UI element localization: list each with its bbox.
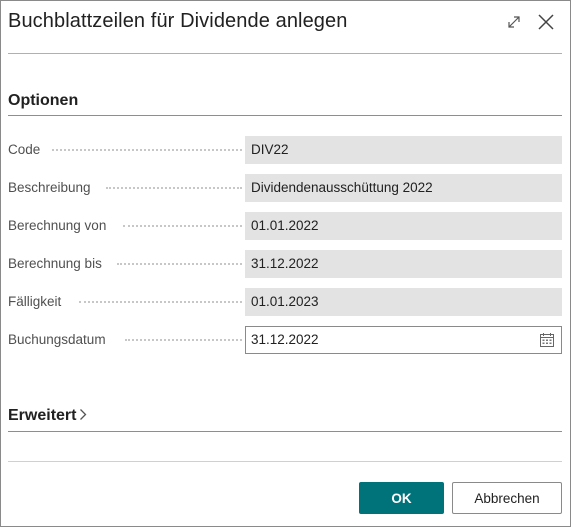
dotted-leader: [79, 301, 242, 303]
ok-button[interactable]: OK: [359, 482, 444, 514]
expand-diagonal-icon[interactable]: [501, 9, 527, 35]
field-label: Berechnung bis: [8, 256, 102, 271]
dotted-leader: [106, 187, 242, 189]
field-row-code: Code DIV22: [8, 136, 562, 164]
field-label: Buchungsdatum: [8, 332, 106, 347]
dotted-leader: [125, 339, 242, 341]
title-divider: [8, 53, 562, 54]
dotted-leader: [52, 149, 242, 151]
field-row-buchungsdatum: Buchungsdatum 31.12.2022: [8, 326, 562, 354]
section-title-advanced-label: Erweitert: [8, 407, 77, 424]
field-row-berechnung-bis: Berechnung bis 31.12.2022: [8, 250, 562, 278]
section-title-advanced[interactable]: Erweitert: [8, 407, 87, 426]
field-label: Berechnung von: [8, 218, 107, 233]
close-icon[interactable]: [533, 9, 559, 35]
dialog: Buchblattzeilen für Dividende anlegen Op…: [0, 0, 571, 527]
field-row-berechnung-von: Berechnung von 01.01.2022: [8, 212, 562, 240]
chevron-right-icon: [79, 408, 87, 426]
code-field: DIV22: [245, 136, 562, 164]
section-divider-advanced: [8, 431, 562, 432]
posting-date-input[interactable]: 31.12.2022: [245, 326, 562, 354]
section-divider-options: [8, 115, 562, 116]
calc-to-field: 31.12.2022: [245, 250, 562, 278]
footer-divider: [8, 461, 562, 462]
field-label: Beschreibung: [8, 180, 91, 195]
dialog-title: Buchblattzeilen für Dividende anlegen: [8, 10, 348, 32]
calendar-icon[interactable]: [539, 332, 555, 348]
cancel-button[interactable]: Abbrechen: [452, 482, 562, 514]
field-label: Code: [8, 142, 41, 157]
calc-from-field: 01.01.2022: [245, 212, 562, 240]
section-title-options[interactable]: Optionen: [8, 92, 78, 110]
dotted-leader: [117, 263, 242, 265]
field-label: Fälligkeit: [8, 294, 62, 309]
posting-date-value: 31.12.2022: [251, 332, 319, 347]
field-row-beschreibung: Beschreibung Dividendenausschüttung 2022: [8, 174, 562, 202]
due-date-field: 01.01.2023: [245, 288, 562, 316]
field-row-faelligkeit: Fälligkeit 01.01.2023: [8, 288, 562, 316]
dotted-leader: [123, 225, 242, 227]
description-field: Dividendenausschüttung 2022: [245, 174, 562, 202]
